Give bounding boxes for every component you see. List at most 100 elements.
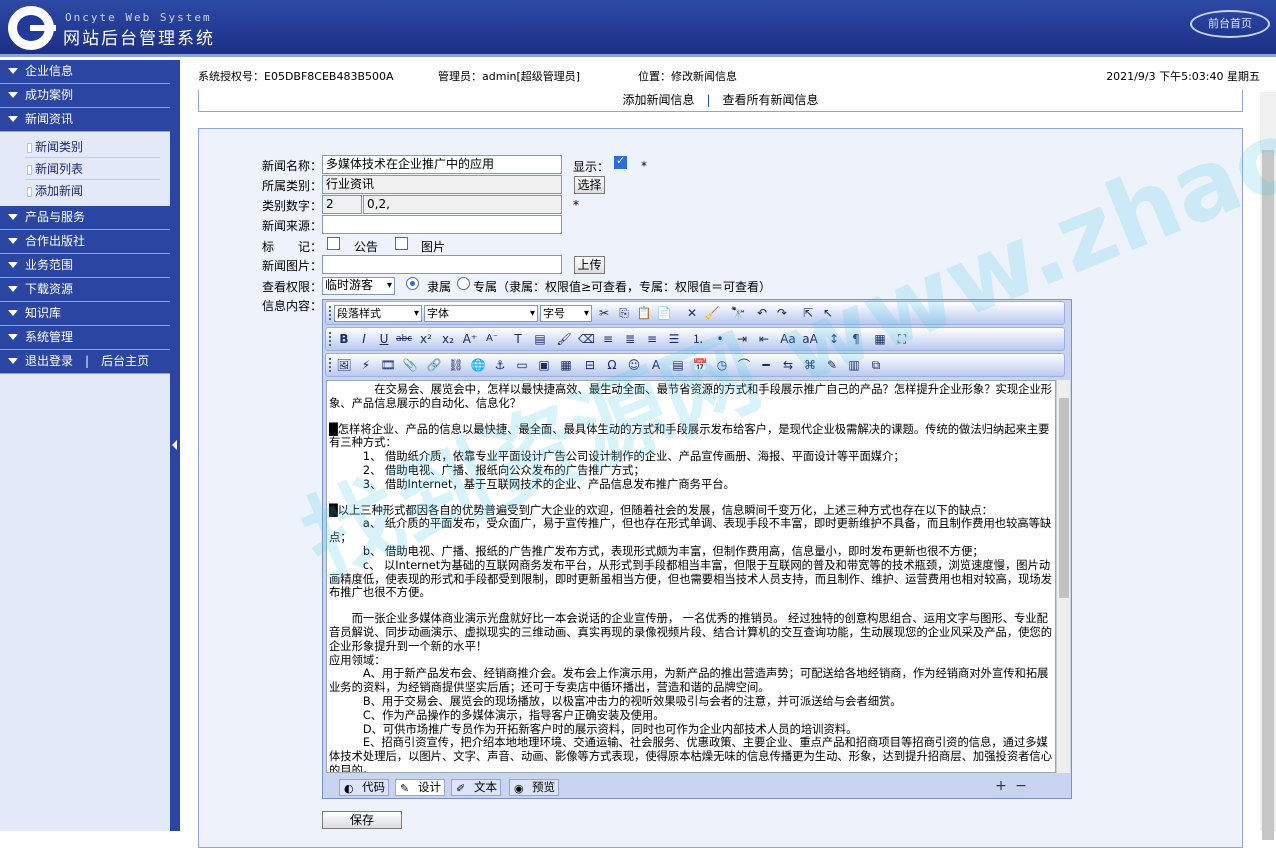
- scrollbar-thumb[interactable]: [1262, 150, 1274, 840]
- code-block-icon[interactable]: ⌘: [802, 357, 818, 373]
- expand-editor-icon[interactable]: +: [993, 778, 1009, 794]
- editor-content[interactable]: 在交易会、展览会中，怎样以最快捷高效、最生动全面、最节省资源的方式和手段展示推广…: [326, 380, 1056, 773]
- emoticon-icon[interactable]: ☺: [626, 357, 642, 373]
- undo-icon[interactable]: ↶: [754, 305, 770, 321]
- paste-icon[interactable]: 📋: [636, 305, 652, 321]
- align-left-icon[interactable]: ≡: [600, 331, 616, 347]
- news-source-field[interactable]: [322, 215, 562, 234]
- frontend-home-button[interactable]: 前台首页: [1190, 10, 1270, 38]
- insert-row-icon[interactable]: ⊟: [582, 357, 598, 373]
- upload-button[interactable]: 上传: [574, 256, 605, 274]
- align-center-icon[interactable]: ≣: [622, 331, 638, 347]
- marquee-icon[interactable]: ⇆: [780, 357, 796, 373]
- collapse-arrow-icon[interactable]: [172, 440, 177, 450]
- clear-format-icon[interactable]: 🧹: [704, 305, 720, 321]
- mode-text-button[interactable]: ✐ 文本: [451, 779, 501, 796]
- paragraph-icon[interactable]: ¶: [848, 331, 864, 347]
- tab-view-all-news[interactable]: 查看所有新闻信息: [723, 93, 819, 107]
- bold-icon[interactable]: B: [336, 331, 352, 347]
- art-text-icon[interactable]: A: [648, 357, 664, 373]
- category-field[interactable]: 行业资讯: [322, 175, 562, 194]
- sidebar-item-products[interactable]: 产品与服务: [0, 206, 170, 230]
- insert-link-icon[interactable]: 🔗: [426, 357, 442, 373]
- insert-attachment-icon[interactable]: 📎: [402, 357, 418, 373]
- insert-excel-icon[interactable]: ▤: [670, 357, 686, 373]
- paste-text-icon[interactable]: 📄: [656, 305, 672, 321]
- picture-checkbox[interactable]: [395, 237, 408, 250]
- paragraph-style-select[interactable]: 段落样式: [334, 305, 422, 322]
- mode-preview-button[interactable]: ◉ 预览: [509, 779, 559, 796]
- insert-frame-icon[interactable]: ⧉: [868, 357, 884, 373]
- submenu-news-list[interactable]: 新闻列表: [25, 158, 160, 180]
- save-button[interactable]: 保存: [322, 811, 402, 829]
- font-select[interactable]: 字体: [424, 305, 538, 322]
- sidebar-item-business-scope[interactable]: 业务范围: [0, 254, 170, 278]
- italic-icon[interactable]: I: [356, 331, 372, 347]
- fullscreen-icon[interactable]: ⛶: [894, 331, 910, 347]
- remove-format-icon[interactable]: ⌫: [578, 331, 595, 347]
- insert-media-icon[interactable]: 🎞: [380, 357, 396, 373]
- underline-icon[interactable]: U: [376, 331, 392, 347]
- news-image-field[interactable]: [322, 255, 562, 274]
- date-icon[interactable]: 📅: [692, 357, 708, 373]
- anchor-icon[interactable]: ⚓: [492, 357, 508, 373]
- insert-table-icon[interactable]: ▦: [558, 357, 574, 373]
- unordered-list-icon[interactable]: •: [712, 331, 728, 347]
- format-brush-icon[interactable]: 🖌: [556, 331, 572, 347]
- mode-code-button[interactable]: ◐ 代码: [339, 779, 389, 796]
- page-break-icon[interactable]: ⌒: [736, 357, 752, 373]
- web-icon[interactable]: 🌐: [470, 357, 486, 373]
- justify-icon[interactable]: ☰: [666, 331, 682, 347]
- insert-frame-icon[interactable]: ▦: [872, 331, 888, 347]
- remove-link-icon[interactable]: ⛓: [448, 357, 464, 373]
- select-icon[interactable]: ⇱: [800, 305, 816, 321]
- horizontal-rule-icon[interactable]: ━: [758, 357, 774, 373]
- display-checkbox[interactable]: [614, 154, 627, 169]
- submenu-news-category[interactable]: 新闻类别: [25, 136, 160, 158]
- lowercase-icon[interactable]: aA: [802, 331, 818, 347]
- exclusive-radio[interactable]: [457, 277, 470, 290]
- submenu-add-news[interactable]: 添加新闻: [25, 180, 160, 202]
- tab-add-news[interactable]: 添加新闻信息: [622, 93, 694, 107]
- line-height-icon[interactable]: ↕: [826, 331, 842, 347]
- category-path-field[interactable]: 0,2,: [363, 195, 562, 214]
- sidebar-item-knowledge[interactable]: 知识库: [0, 302, 170, 326]
- pointer-icon[interactable]: ↖: [820, 305, 836, 321]
- choose-category-button[interactable]: 选择: [574, 176, 605, 194]
- superscript-icon[interactable]: x²: [418, 331, 434, 347]
- increase-font-icon[interactable]: A⁺: [462, 331, 478, 347]
- insert-flash-icon[interactable]: ⚡: [358, 357, 374, 373]
- indent-icon[interactable]: ⇥: [734, 331, 750, 347]
- page-scrollbar[interactable]: [1260, 92, 1276, 840]
- uppercase-icon[interactable]: Aa: [780, 331, 796, 347]
- template-icon[interactable]: ▥: [846, 357, 862, 373]
- sidebar-item-downloads[interactable]: 下载资源: [0, 278, 170, 302]
- logout-link[interactable]: 退出登录: [25, 354, 73, 368]
- subscript-icon[interactable]: x₂: [440, 331, 456, 347]
- belong-radio[interactable]: [406, 277, 419, 290]
- strikethrough-icon[interactable]: abc: [396, 331, 412, 347]
- shrink-editor-icon[interactable]: −: [1013, 778, 1029, 794]
- permission-select[interactable]: 临时游客: [322, 277, 395, 295]
- backend-home-link[interactable]: 后台主页: [101, 354, 149, 368]
- category-number-field[interactable]: 2: [322, 195, 362, 214]
- scrollbar-thumb[interactable]: [1059, 398, 1069, 598]
- font-size-select[interactable]: 字号: [540, 305, 592, 322]
- insert-layer-icon[interactable]: ▣: [536, 357, 552, 373]
- tool-icon[interactable]: ✎: [824, 357, 840, 373]
- editor-scrollbar[interactable]: [1056, 380, 1070, 773]
- copy-icon[interactable]: ⎘: [616, 305, 632, 321]
- mode-design-button[interactable]: ✎ 设计: [395, 779, 445, 796]
- sidebar-item-company-info[interactable]: 企业信息: [0, 60, 170, 84]
- redo-icon[interactable]: ↷: [774, 305, 790, 321]
- cut-icon[interactable]: ✂: [596, 305, 612, 321]
- delete-icon[interactable]: ✕: [684, 305, 700, 321]
- sidebar-toggle-bar[interactable]: [170, 60, 180, 831]
- ordered-list-icon[interactable]: ⒈: [690, 331, 706, 347]
- sidebar-item-news[interactable]: 新闻资讯: [0, 108, 170, 132]
- sidebar-item-publishers[interactable]: 合作出版社: [0, 230, 170, 254]
- text-color-icon[interactable]: T: [510, 331, 526, 347]
- outdent-icon[interactable]: ⇤: [756, 331, 772, 347]
- find-icon[interactable]: 🔭: [730, 305, 746, 321]
- background-color-icon[interactable]: ▤: [532, 331, 548, 347]
